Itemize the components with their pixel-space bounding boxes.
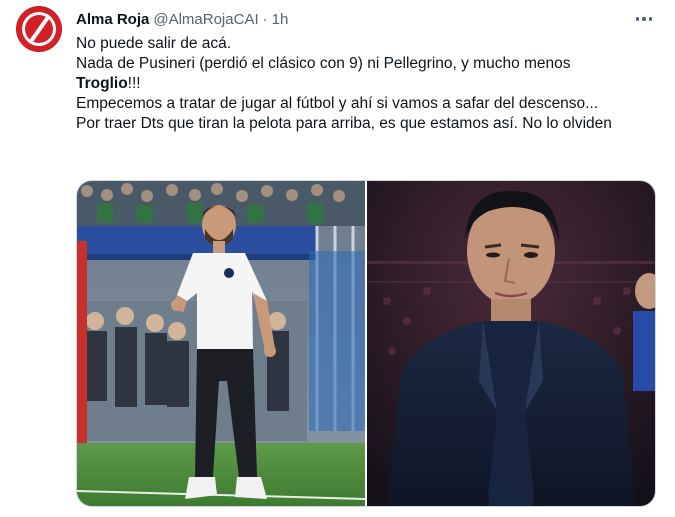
photo-coach-sideline[interactable] bbox=[77, 181, 365, 506]
tweet-line: Nada de Pusineri (perdió el clásico con … bbox=[76, 55, 571, 72]
tweet[interactable]: Alma Roja @AlmaRojaCAI · 1h No puede sal… bbox=[0, 0, 675, 517]
exclamations: !!! bbox=[127, 75, 141, 92]
more-horizontal-icon bbox=[635, 17, 640, 21]
avatar[interactable] bbox=[16, 6, 62, 52]
more-options-button[interactable] bbox=[628, 6, 660, 32]
tweet-line: Por traer Dts que tiran la pelota para a… bbox=[76, 115, 612, 132]
tweet-text: No puede salir de acá. Nada de Pusineri … bbox=[76, 34, 666, 134]
user-handle[interactable]: @AlmaRojaCAI bbox=[153, 11, 258, 28]
tweet-line: No puede salir de acá. bbox=[76, 35, 232, 52]
tweet-line: Empecemos a tratar de jugar al fútbol y … bbox=[76, 95, 599, 112]
separator-dot: · bbox=[262, 10, 268, 28]
timestamp[interactable]: 1h bbox=[272, 11, 289, 28]
display-name[interactable]: Alma Roja bbox=[76, 11, 149, 28]
tweet-header: Alma Roja @AlmaRojaCAI · 1h bbox=[76, 9, 288, 29]
media-grid bbox=[76, 180, 656, 507]
crest-icon bbox=[22, 12, 56, 46]
bold-name: Troglio bbox=[76, 75, 128, 92]
photo-coach-portrait[interactable] bbox=[367, 181, 655, 506]
photo-coach-portrait-image bbox=[367, 181, 655, 506]
tweet-line: Troglio!!! bbox=[76, 74, 666, 94]
photo-coach-sideline-image bbox=[77, 181, 365, 506]
